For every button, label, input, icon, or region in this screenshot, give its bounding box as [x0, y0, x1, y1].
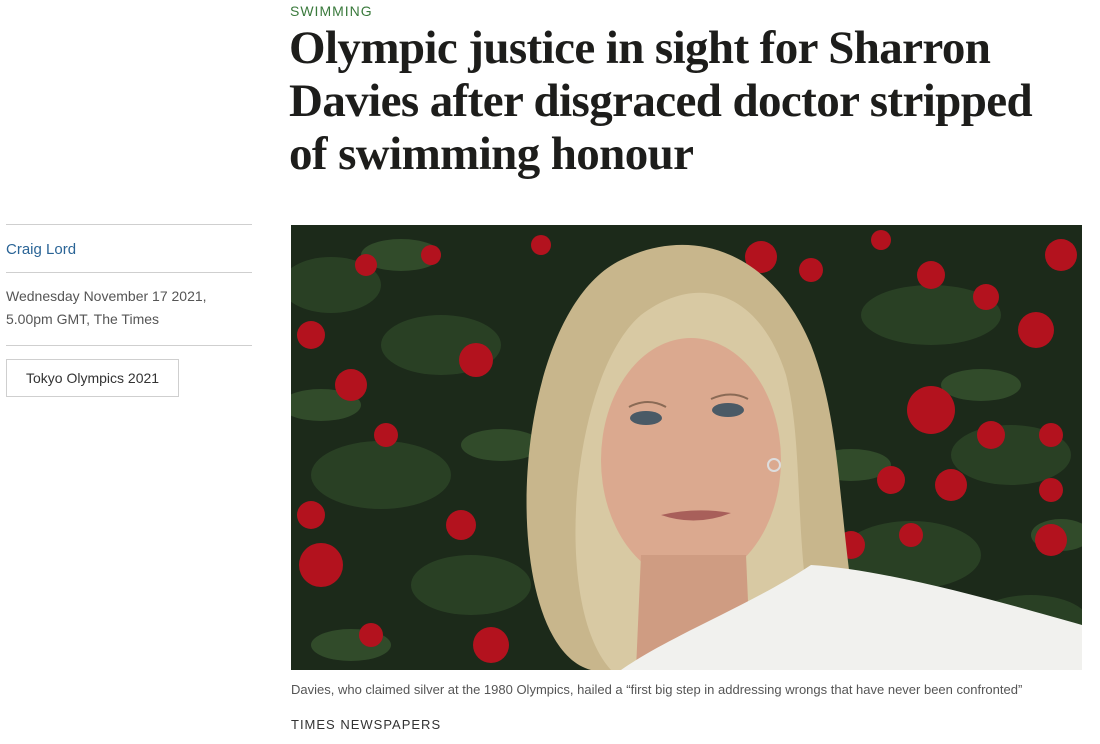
- author-link[interactable]: Craig Lord: [6, 225, 252, 272]
- publish-date: Wednesday November 17 2021, 5.00pm GMT, …: [6, 288, 207, 327]
- divider: [6, 345, 252, 346]
- section-link-swimming[interactable]: SWIMMING: [290, 3, 373, 19]
- article-photo: [291, 225, 1082, 670]
- topic-tag-button[interactable]: Tokyo Olympics 2021: [6, 359, 180, 397]
- portrait-image: [291, 225, 1082, 670]
- photo-caption: Davies, who claimed silver at the 1980 O…: [291, 682, 1023, 697]
- photo-credit: TIMES NEWSPAPERS: [291, 717, 442, 732]
- article-meta: Craig Lord Wednesday November 17 2021, 5…: [6, 224, 252, 397]
- article-headline: Olympic justice in sight for Sharron Dav…: [289, 22, 1033, 180]
